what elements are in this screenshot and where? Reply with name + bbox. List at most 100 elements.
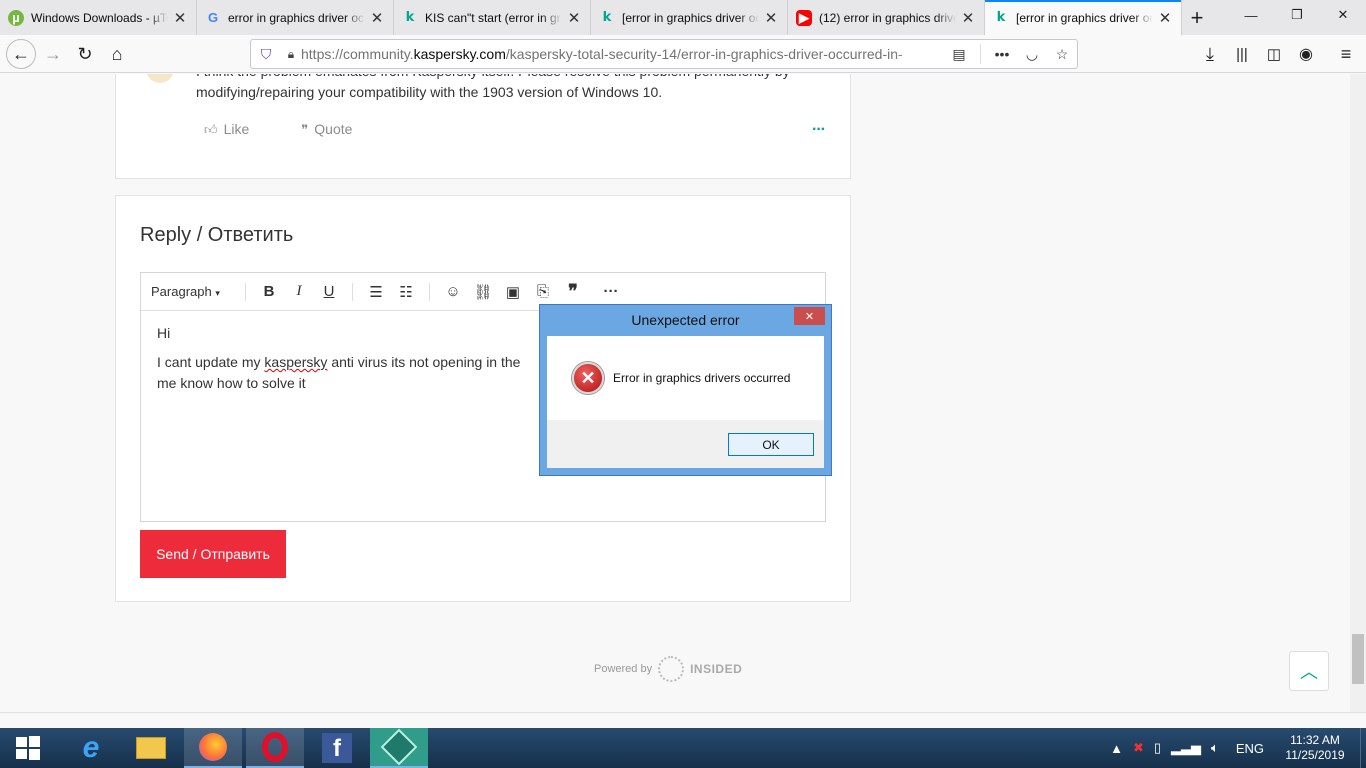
youtube-icon: ▶ xyxy=(796,9,812,26)
post-actions: 👍︎ Like ❞ Quote xyxy=(204,121,352,138)
blockquote-icon[interactable]: ❞ xyxy=(558,281,588,302)
network-warning-icon[interactable]: ✖ xyxy=(1133,740,1144,756)
windows-taskbar: e f ▲ ✖ ▯ ▂▃▅ 🔈︎ ENG 11:32 AM 11/25/2019 xyxy=(0,728,1366,768)
library-icon[interactable]: ||| xyxy=(1227,39,1257,69)
tab-google-search[interactable]: G error in graphics driver occurred ✕ xyxy=(197,0,394,35)
emoji-icon[interactable]: ☺ xyxy=(438,283,468,300)
home-button[interactable]: ⌂ xyxy=(102,39,132,69)
url-bar[interactable]: ⛉ 🔒︎ https://community.kaspersky.com/kas… xyxy=(250,39,1078,69)
sidebar-icon[interactable]: ◫ xyxy=(1259,39,1289,69)
vertical-scrollbar[interactable] xyxy=(1350,74,1366,713)
insided-brand[interactable]: INSIDED xyxy=(690,662,742,676)
tab-utorrent[interactable]: µ Windows Downloads - µTorrent ✕ xyxy=(0,0,197,35)
image-icon[interactable]: ▣ xyxy=(498,283,528,301)
battery-icon[interactable]: ▯ xyxy=(1154,740,1161,756)
language-indicator[interactable]: ENG xyxy=(1236,741,1264,756)
more-tools-icon[interactable]: ··· xyxy=(596,283,626,300)
powered-by-footer: Powered by INSIDED xyxy=(594,656,742,682)
tab-kaspersky-active[interactable]: k [error in graphics driver occurred ✕ xyxy=(985,0,1182,35)
url-path: /kaspersky-total-security-14/error-in-gr… xyxy=(505,46,903,62)
quote-label: Quote xyxy=(314,121,353,137)
scrollbar-thumb[interactable] xyxy=(1352,634,1364,684)
reload-button[interactable]: ↻ xyxy=(70,39,100,69)
quote-icon: ❞ xyxy=(301,122,309,137)
show-hidden-icons-icon[interactable]: ▲ xyxy=(1110,741,1123,756)
tab-title: [error in graphics driver occurred xyxy=(622,10,759,25)
url-domain: kaspersky.com xyxy=(413,46,506,62)
chevron-up-icon: ︿ xyxy=(1300,662,1318,682)
minimize-button[interactable]: — xyxy=(1228,0,1274,30)
firefox-icon[interactable] xyxy=(184,728,242,768)
more-options-button[interactable]: ··· xyxy=(812,121,826,139)
downloads-icon[interactable]: ⤓ xyxy=(1195,39,1225,69)
divider xyxy=(429,282,430,301)
tab-kis-cant-start[interactable]: k KIS can"t start (error in graphics ✕ xyxy=(394,0,591,35)
attachment-icon[interactable]: ⎘ xyxy=(528,283,558,300)
lock-icon[interactable]: 🔒︎ xyxy=(281,47,301,62)
ok-button[interactable]: OK xyxy=(728,433,814,456)
send-button[interactable]: Send / Отправить xyxy=(140,530,286,578)
internet-explorer-icon[interactable]: e xyxy=(62,728,120,768)
numbered-list-icon[interactable]: ☷ xyxy=(391,283,421,301)
paragraph-select[interactable]: Paragraph ▾ xyxy=(151,284,237,299)
reader-view-icon[interactable]: ▤ xyxy=(944,46,974,63)
scroll-to-top-button[interactable]: ︿ xyxy=(1289,651,1329,691)
thumbs-up-icon: 👍︎ xyxy=(204,122,218,137)
navigation-bar: ← → ↻ ⌂ ⛉ 🔒︎ https://community.kaspersky… xyxy=(0,35,1366,73)
underline-icon[interactable]: U xyxy=(314,283,344,300)
post-body: I think the problem emanates from Kasper… xyxy=(196,74,790,100)
close-window-button[interactable]: ✕ xyxy=(1320,0,1366,30)
tab-kaspersky-community[interactable]: k [error in graphics driver occurred ✕ xyxy=(591,0,788,35)
bookmark-star-icon[interactable]: ☆ xyxy=(1047,46,1077,63)
link-icon[interactable]: ⛓ xyxy=(468,283,498,301)
window-controls: — ❐ ✕ xyxy=(1228,0,1366,30)
back-button[interactable]: ← xyxy=(6,39,36,69)
divider xyxy=(980,44,981,64)
page-actions-icon[interactable]: ••• xyxy=(987,46,1017,62)
close-icon[interactable]: ✕ xyxy=(960,9,976,27)
like-button[interactable]: 👍︎ Like xyxy=(204,121,249,138)
italic-icon[interactable]: I xyxy=(284,283,314,300)
dialog-footer: OK xyxy=(547,420,824,468)
dialog-message-row: ✕ Error in graphics drivers occurred xyxy=(572,362,790,394)
close-icon[interactable]: ✕ xyxy=(369,9,385,27)
close-icon[interactable]: ✕ xyxy=(763,9,779,27)
system-tray: ▲ ✖ ▯ ▂▃▅ 🔈︎ ENG 11:32 AM 11/25/2019 xyxy=(1105,728,1366,768)
pocket-icon[interactable]: ◡ xyxy=(1017,46,1047,63)
restore-button[interactable]: ❐ xyxy=(1274,0,1320,30)
opera-icon[interactable] xyxy=(246,728,304,768)
dialog-close-button[interactable]: ✕ xyxy=(794,307,825,325)
close-icon[interactable]: ✕ xyxy=(566,9,582,27)
insided-logo-icon xyxy=(658,656,685,682)
bulleted-list-icon[interactable]: ☰ xyxy=(361,283,391,301)
close-icon[interactable]: ✕ xyxy=(172,9,188,27)
tab-youtube[interactable]: ▶ (12) error in graphics driver ✕ xyxy=(788,0,985,35)
misspelled-word: kaspersky xyxy=(264,354,328,370)
avatar[interactable] xyxy=(146,74,174,83)
divider xyxy=(352,282,353,301)
close-icon[interactable]: ✕ xyxy=(1157,9,1173,27)
show-desktop-button[interactable] xyxy=(1360,728,1366,768)
facebook-icon[interactable]: f xyxy=(308,728,366,768)
start-button[interactable] xyxy=(0,728,56,768)
url-text[interactable]: https://community.kaspersky.com/kaspersk… xyxy=(301,46,944,62)
account-icon[interactable]: ◉ xyxy=(1291,39,1321,69)
dialog-message: Error in graphics drivers occurred xyxy=(613,371,791,385)
clock[interactable]: 11:32 AM 11/25/2019 xyxy=(1276,733,1354,763)
new-tab-button[interactable]: + xyxy=(1182,0,1212,35)
quote-button[interactable]: ❞ Quote xyxy=(301,121,352,138)
file-explorer-icon[interactable] xyxy=(122,728,180,768)
caret-down-icon: ▾ xyxy=(215,288,220,298)
signal-icon[interactable]: ▂▃▅ xyxy=(1171,740,1201,756)
tab-title: KIS can"t start (error in graphics xyxy=(425,10,562,25)
tab-strip: µ Windows Downloads - µTorrent ✕ G error… xyxy=(0,0,1366,35)
dialog-title: Unexpected error xyxy=(631,312,740,328)
kaspersky-taskbar-icon[interactable] xyxy=(370,728,428,768)
tracking-shield-icon[interactable]: ⛉ xyxy=(251,46,281,63)
tab-title: error in graphics driver occurred xyxy=(228,10,365,25)
clock-time: 11:32 AM xyxy=(1290,733,1340,747)
forward-button[interactable]: → xyxy=(38,39,68,69)
menu-icon[interactable]: ≡ xyxy=(1331,39,1361,69)
bold-icon[interactable]: B xyxy=(254,283,284,300)
volume-icon[interactable]: 🔈︎ xyxy=(1211,740,1219,756)
